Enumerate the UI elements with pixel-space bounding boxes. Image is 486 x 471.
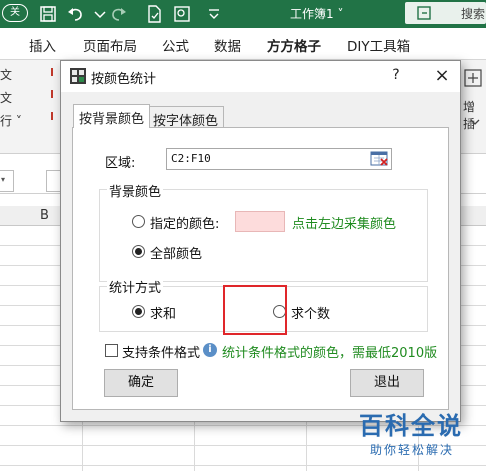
column-header-b[interactable]: B xyxy=(40,208,49,223)
radio-sum[interactable] xyxy=(132,305,145,318)
undo-dropdown-icon[interactable] xyxy=(90,4,110,24)
background-color-group-title: 背景颜色 xyxy=(107,181,164,200)
save-icon[interactable] xyxy=(38,4,58,24)
search-icon xyxy=(417,6,431,20)
specified-color-label[interactable]: 指定的颜色: xyxy=(150,213,219,232)
help-button[interactable]: ? xyxy=(386,67,406,87)
grid-app-icon xyxy=(70,68,86,84)
color-swatch[interactable] xyxy=(235,211,285,232)
watermark-sub: 助你轻松解决 xyxy=(370,443,455,457)
range-select-icon[interactable] xyxy=(370,150,390,168)
redo-icon[interactable] xyxy=(108,4,128,24)
conditional-format-checkbox[interactable] xyxy=(105,344,118,357)
watermark: 百科全说 助你轻松解决 xyxy=(356,402,482,464)
ribbon-text-3[interactable]: 行 ˅ xyxy=(0,112,22,129)
range-input[interactable]: C2:F10 xyxy=(166,148,392,170)
sum-label[interactable]: 求和 xyxy=(150,303,176,322)
tab-data[interactable]: 数据 xyxy=(214,35,241,55)
document-icon[interactable] xyxy=(144,4,164,24)
all-colors-label[interactable]: 全部颜色 xyxy=(150,243,202,262)
conditional-format-label[interactable]: 支持条件格式 xyxy=(122,342,200,361)
tab-font-color[interactable]: 按字体颜色 xyxy=(147,106,225,129)
count-label[interactable]: 求个数 xyxy=(291,303,330,322)
namebox-dropdown-icon: ▾ xyxy=(1,175,6,184)
search-box[interactable]: 搜索 xyxy=(405,2,486,24)
dialog-title-bar[interactable]: 按颜色统计 ? × xyxy=(61,61,460,92)
highlight-box xyxy=(223,285,287,335)
radio-specified-color[interactable] xyxy=(132,215,145,228)
quick-access-dropdown-icon[interactable] xyxy=(204,4,224,24)
color-stats-dialog: 按颜色统计 ? × 按背景颜色 按字体颜色 区域: C2:F10 背景颜色 指定… xyxy=(60,60,461,422)
tab-page-layout[interactable]: 页面布局 xyxy=(83,35,137,55)
info-icon: i xyxy=(203,343,217,357)
tab-fangfangezi[interactable]: 方方格子 xyxy=(267,35,321,63)
autosave-toggle[interactable]: 关 xyxy=(2,4,28,22)
chevron-down-icon[interactable] xyxy=(470,118,480,126)
conditional-format-hint: 统计条件格式的颜色，需最低2010版 xyxy=(222,346,438,361)
ribbon-text-1[interactable]: 文 xyxy=(0,66,12,83)
tab-insert[interactable]: 插入 xyxy=(29,35,56,55)
pick-color-hint: 点击左边采集颜色 xyxy=(292,217,397,232)
ribbon-text-2[interactable]: 文 xyxy=(0,89,12,106)
ribbon-right-text[interactable]: 增插 xyxy=(463,98,486,132)
excel-title-bar: 关 工作簿1 ˅ 搜索 xyxy=(0,0,486,28)
background-color-group xyxy=(99,189,428,282)
workbook-title: 工作簿1 ˅ xyxy=(290,7,344,21)
ok-button[interactable]: 确定 xyxy=(104,369,178,397)
name-box[interactable]: ▾ xyxy=(0,170,14,192)
tab-diy-toolbox[interactable]: DIY工具箱 xyxy=(347,35,410,55)
range-label: 区域: xyxy=(105,156,136,171)
tab-formulas[interactable]: 公式 xyxy=(162,35,189,55)
dialog-title: 按颜色统计 xyxy=(91,72,157,87)
search-label: 搜索 xyxy=(461,7,486,21)
undo-icon[interactable] xyxy=(66,4,86,24)
watermark-main: 百科全说 xyxy=(359,412,463,440)
lens-icon[interactable] xyxy=(172,4,192,24)
close-button[interactable]: × xyxy=(431,65,453,87)
tab-background-color[interactable]: 按背景颜色 xyxy=(73,104,151,128)
ribbon-insert-icon[interactable] xyxy=(463,68,483,88)
exit-button[interactable]: 退出 xyxy=(350,369,424,397)
radio-all-colors[interactable] xyxy=(132,245,145,258)
ribbon-tabs: 插入 页面布局 公式 数据 方方格子 DIY工具箱 xyxy=(0,28,486,63)
stat-method-group-title: 统计方式 xyxy=(107,277,164,296)
